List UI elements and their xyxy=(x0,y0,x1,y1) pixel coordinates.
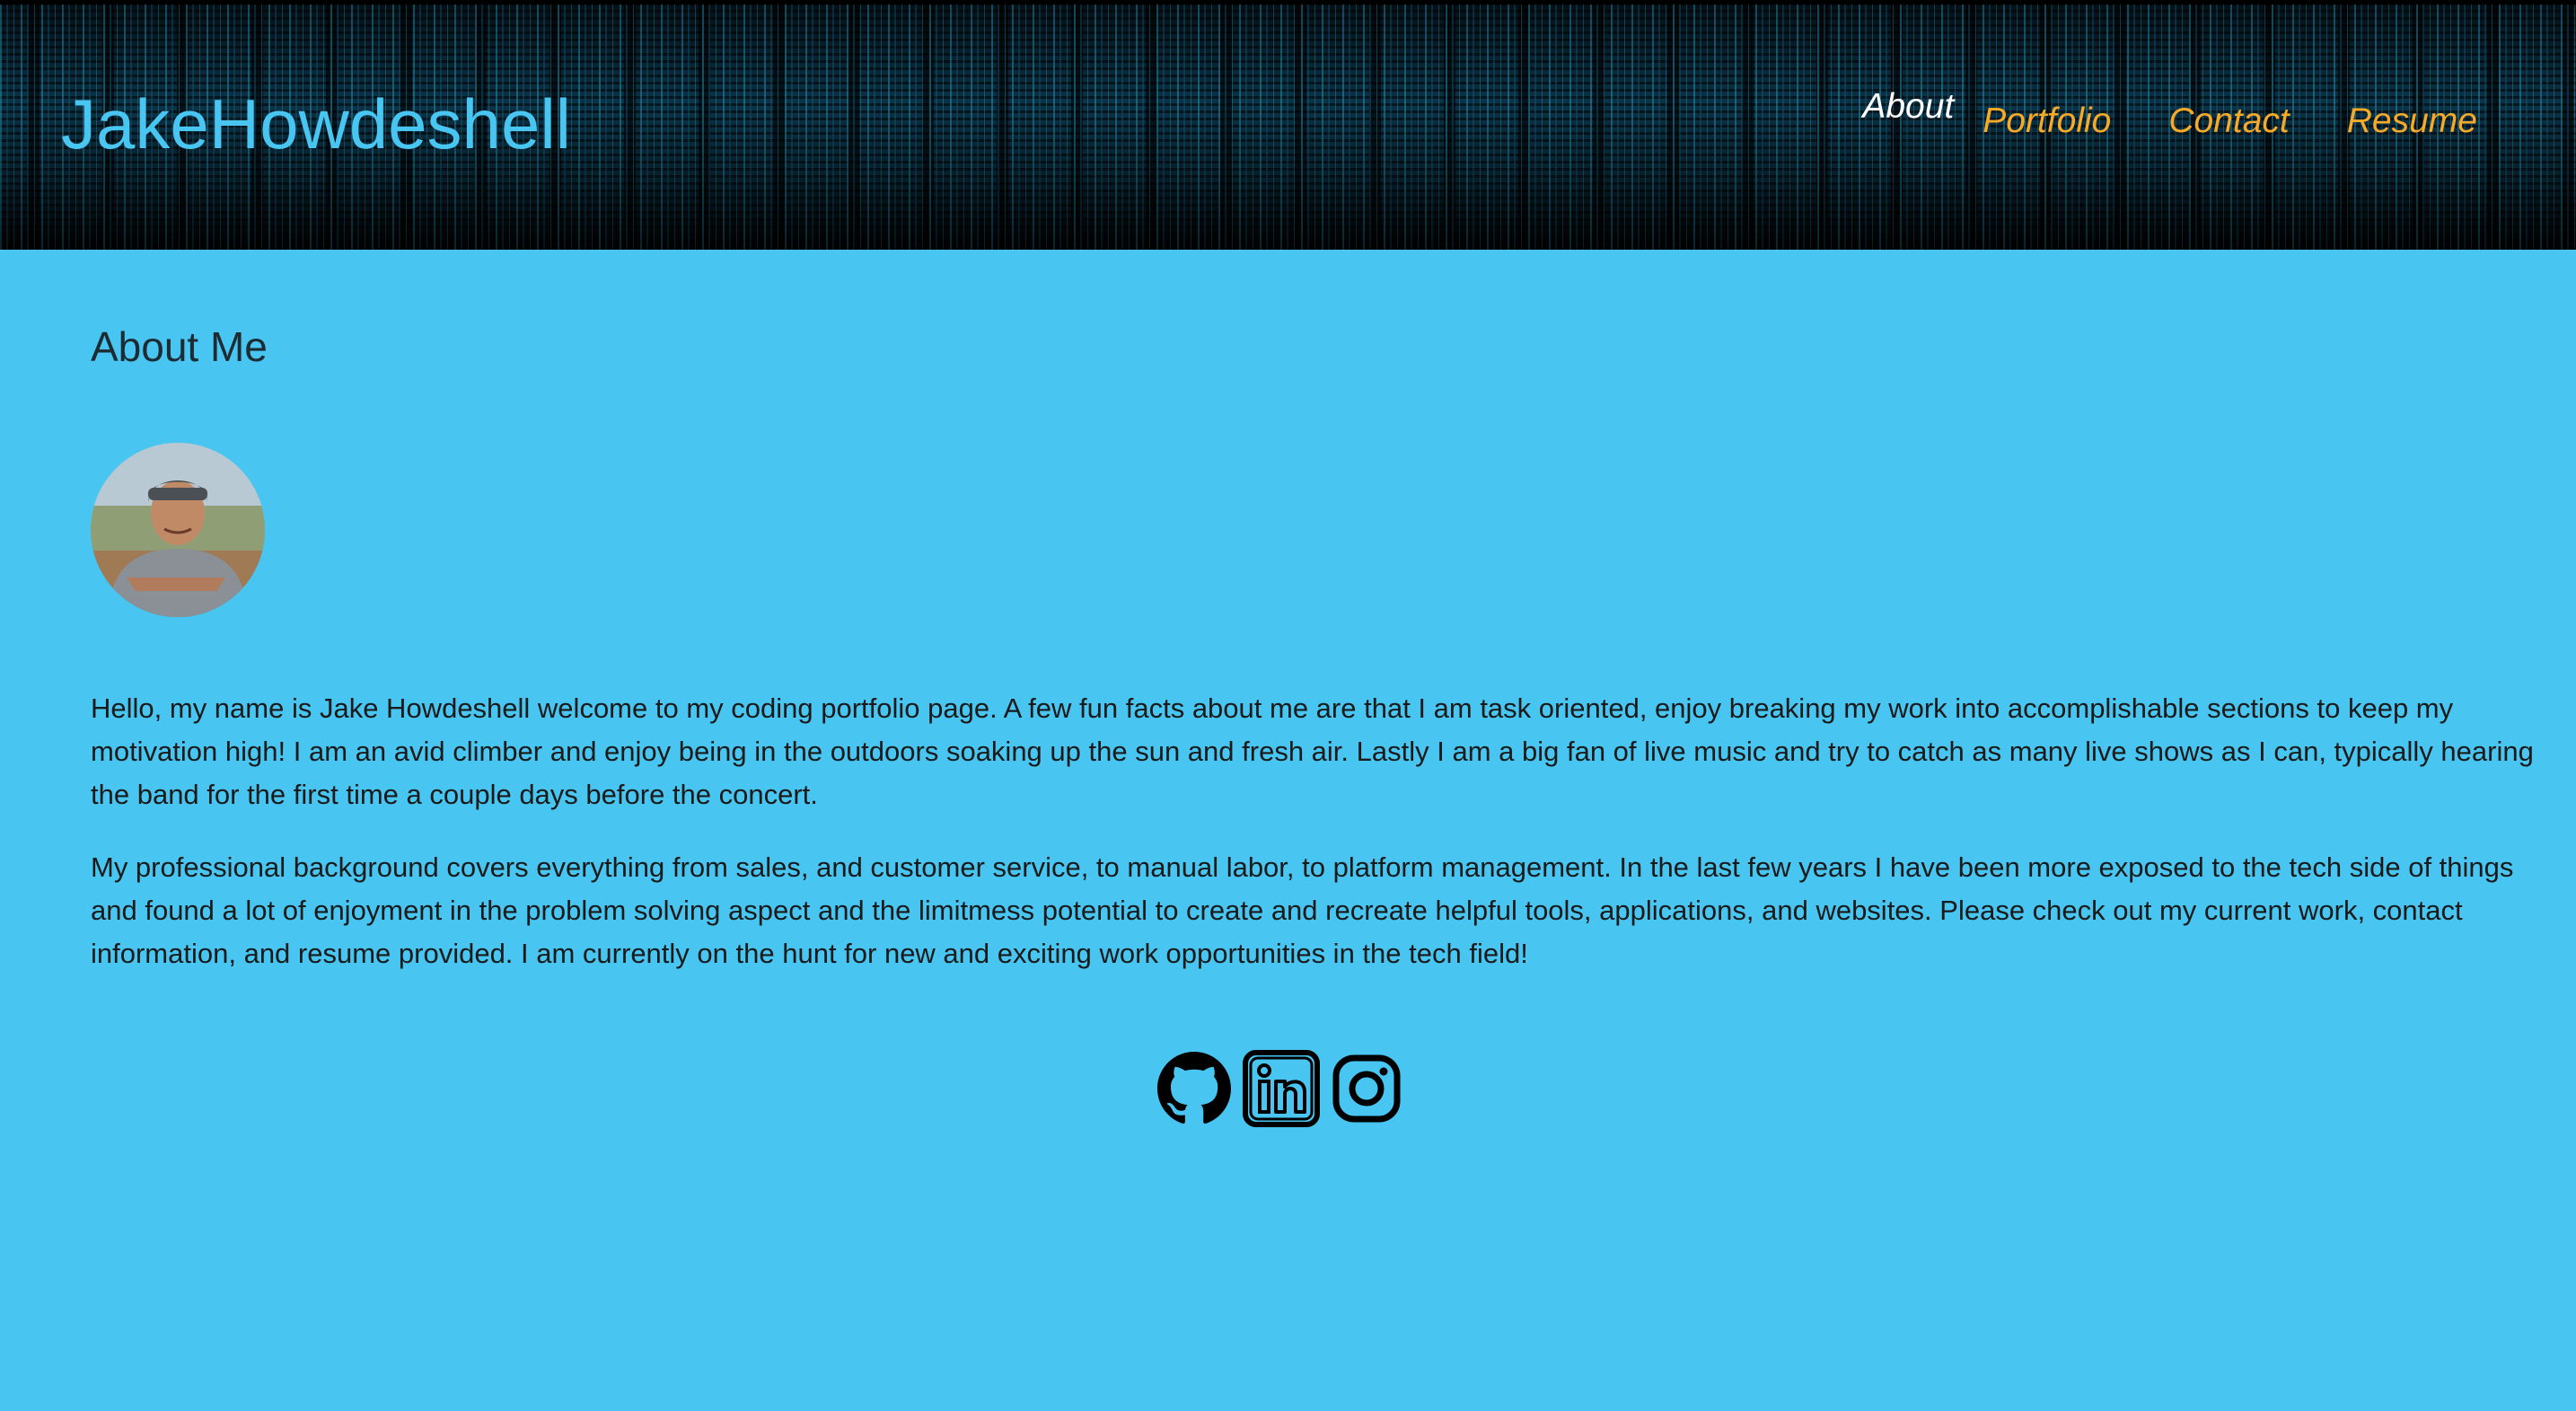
nav-link-portfolio[interactable]: Portfolio xyxy=(1983,100,2111,143)
profile-photo-icon xyxy=(91,443,265,617)
linkedin-link[interactable] xyxy=(1242,1049,1321,1133)
instagram-icon xyxy=(1332,1054,1401,1123)
avatar xyxy=(91,443,265,617)
github-icon xyxy=(1157,1052,1231,1124)
instagram-link[interactable] xyxy=(1332,1054,1402,1128)
bio-text: Hello, my name is Jake Howdeshell welcom… xyxy=(91,687,2551,1005)
page-title: About Me xyxy=(91,323,268,370)
github-link[interactable] xyxy=(1157,1052,1231,1130)
bio-paragraph-1: Hello, my name is Jake Howdeshell welcom… xyxy=(91,692,2534,810)
nav-link-contact[interactable]: Contact xyxy=(2168,100,2289,143)
main-nav: About Portfolio Contact Resume xyxy=(1862,85,2477,143)
brand-name[interactable]: JakeHowdeshell xyxy=(61,84,571,164)
nav-link-resume[interactable]: Resume xyxy=(2347,100,2477,143)
site-header: JakeHowdeshell About Portfolio Contact R… xyxy=(0,0,2576,250)
bio-paragraph-2: My professional background covers everyt… xyxy=(91,851,2514,969)
nav-link-about[interactable]: About xyxy=(1862,85,1954,128)
linkedin-icon xyxy=(1243,1050,1320,1127)
social-links xyxy=(1157,1049,1412,1133)
